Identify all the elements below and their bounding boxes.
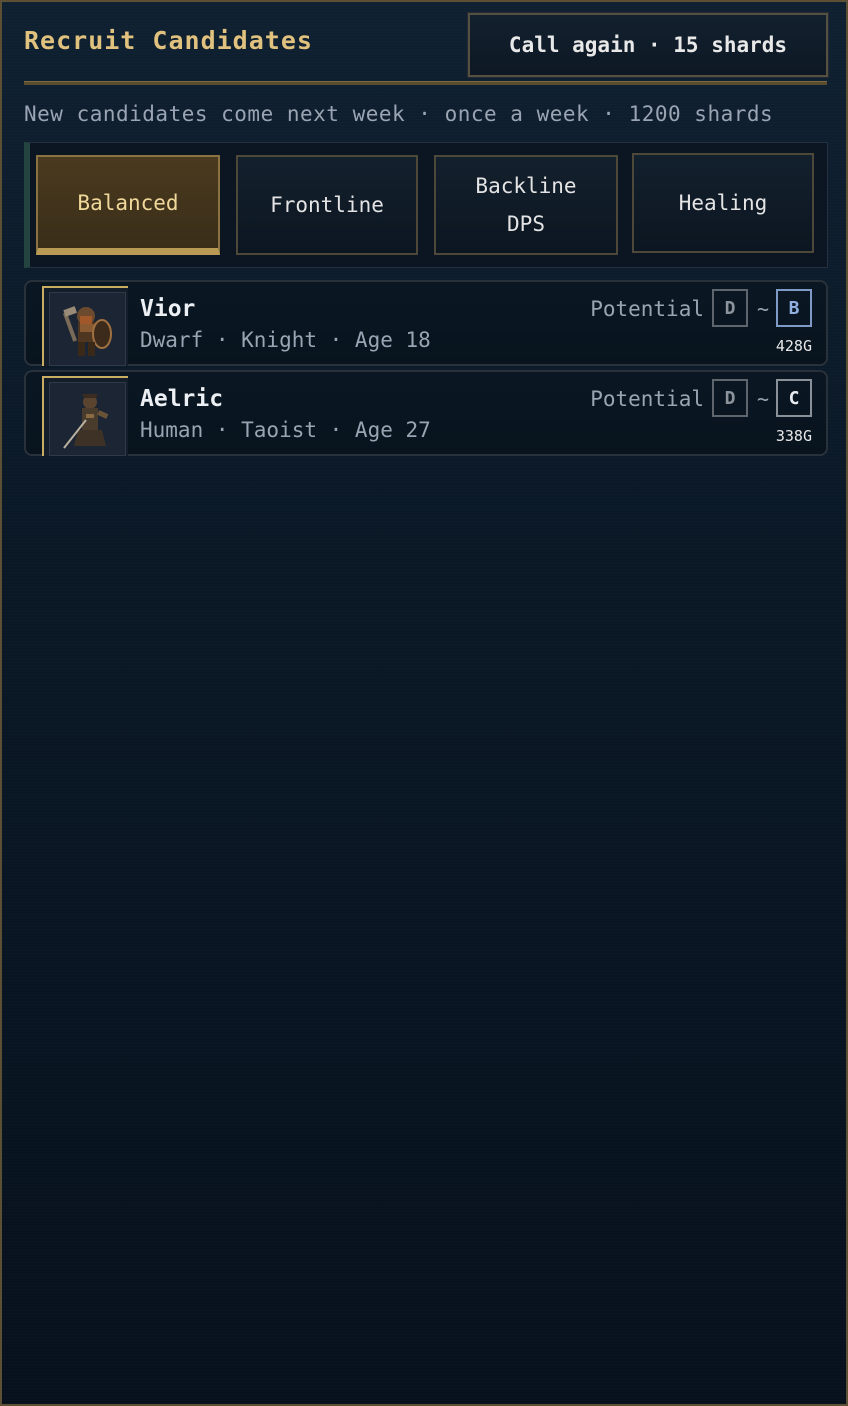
potential-min-grade: D <box>712 289 748 327</box>
tab-frontline[interactable]: Frontline <box>236 155 418 255</box>
potential-max-grade: C <box>776 379 812 417</box>
role-filter-tabs: Balanced Frontline Backline DPS Healing <box>24 142 828 268</box>
recruit-cost: 338G <box>775 427 812 445</box>
portrait-frame <box>42 376 128 456</box>
candidate-name: Aelric <box>140 386 224 412</box>
tab-backline-dps[interactable]: Backline DPS <box>434 155 618 255</box>
tab-label: Backline <box>475 174 577 198</box>
call-again-button[interactable]: Call again · 15 shards <box>467 12 829 78</box>
candidate-name: Vior <box>140 296 196 322</box>
portrait-frame <box>42 286 128 366</box>
candidate-details: Dwarf · Knight · Age 18 <box>140 328 431 352</box>
tab-label: Frontline <box>270 193 384 217</box>
potential-max-grade: B <box>776 289 812 327</box>
title-divider <box>24 81 827 85</box>
tab-healing[interactable]: Healing <box>632 153 814 253</box>
tab-label: Healing <box>678 191 768 215</box>
page-title: Recruit Candidates <box>24 26 313 55</box>
potential-range-separator: ~ <box>756 387 769 411</box>
candidate-details: Human · Taoist · Age 27 <box>140 418 431 442</box>
candidate-card[interactable]: Aelric Human · Taoist · Age 27 Potential… <box>24 370 828 456</box>
tab-balanced[interactable]: Balanced <box>36 155 220 255</box>
potential-range-separator: ~ <box>756 297 769 321</box>
potential-label: Potential <box>590 297 704 321</box>
dwarf-knight-sprite-icon <box>49 292 126 366</box>
tab-label-line2: DPS <box>507 212 545 236</box>
panel-frame: Recruit Candidates Call again · 15 shard… <box>0 0 848 1406</box>
tab-label: Balanced <box>77 190 179 215</box>
next-candidates-info: New candidates come next week · once a w… <box>24 102 774 126</box>
candidate-card[interactable]: Vior Dwarf · Knight · Age 18 Potential D… <box>24 280 828 366</box>
potential-min-grade: D <box>712 379 748 417</box>
recruit-cost: 428G <box>775 337 812 355</box>
potential-label: Potential <box>590 387 704 411</box>
human-taoist-sprite-icon <box>49 382 126 456</box>
